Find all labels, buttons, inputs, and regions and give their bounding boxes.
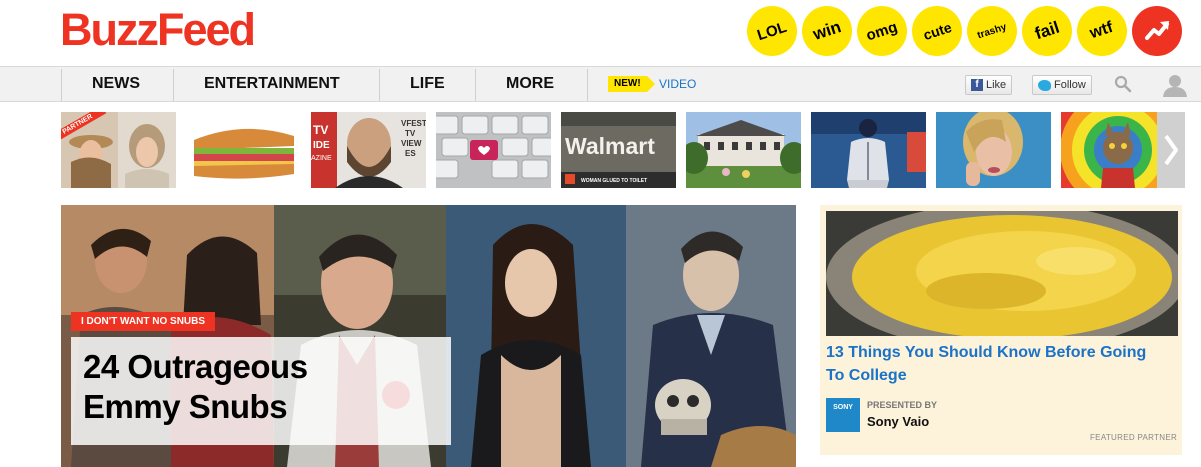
thumb-keyboard-heart[interactable] xyxy=(436,112,551,188)
nav-item-more[interactable]: MORE xyxy=(506,67,554,101)
badge-cute[interactable]: cute xyxy=(912,6,962,56)
thumb-britney[interactable] xyxy=(936,112,1051,188)
badge-trashy[interactable]: trashy xyxy=(967,6,1017,56)
buzzfeed-homepage: BuzzFeed LOL win omg cute trashy fail wt… xyxy=(0,0,1201,467)
badge-lol[interactable]: LOL xyxy=(747,6,797,56)
nav-divider xyxy=(173,69,174,101)
sony-logo[interactable]: SONY xyxy=(826,398,860,432)
badge-fail[interactable]: fail xyxy=(1022,6,1072,56)
mansion-thumbnail xyxy=(686,112,801,188)
svg-text:Walmart: Walmart xyxy=(565,133,655,159)
thumb-baseball[interactable] xyxy=(811,112,926,188)
svg-text:WOMAN GLUED TO TOILET: WOMAN GLUED TO TOILET xyxy=(581,178,647,184)
svg-text:TV: TV xyxy=(313,123,328,137)
svg-text:VFEST: VFEST xyxy=(401,119,426,128)
thumb-tv-guide-man[interactable]: TV IDE AZINE VFEST TV VIEW ES xyxy=(311,112,426,188)
featured-partner-label: FEATURED PARTNER xyxy=(1090,433,1178,442)
svg-text:ES: ES xyxy=(405,149,416,158)
nav-divider xyxy=(475,69,476,101)
badge-wtf[interactable]: wtf xyxy=(1077,6,1127,56)
svg-text:AZINE: AZINE xyxy=(311,155,332,162)
video-link[interactable]: VIDEO xyxy=(659,67,696,101)
follow-label: Follow xyxy=(1054,79,1086,91)
user-account-icon[interactable] xyxy=(1162,73,1188,97)
like-label: Like xyxy=(986,79,1007,91)
sponsored-post-image[interactable] xyxy=(826,211,1178,336)
thumb-mansion[interactable] xyxy=(686,112,801,188)
nav-divider xyxy=(379,69,380,101)
yellow-rice-image xyxy=(826,211,1178,336)
new-badge: NEW! xyxy=(608,76,655,92)
singer-thumbnail xyxy=(936,112,1051,188)
feature-headline-box[interactable]: 24 Outrageous Emmy Snubs xyxy=(71,337,451,445)
sandwich-thumbnail xyxy=(186,112,301,188)
svg-text:IDE: IDE xyxy=(313,140,330,151)
nav-divider xyxy=(587,69,588,101)
search-icon[interactable] xyxy=(1114,75,1132,93)
nav-divider xyxy=(61,69,62,101)
badge-omg[interactable]: omg xyxy=(857,6,907,56)
facebook-like-button[interactable]: f Like xyxy=(965,75,1013,95)
chevron-right-icon xyxy=(1164,134,1178,166)
badge-trending[interactable] xyxy=(1132,6,1182,56)
thumbnail-strip: PARTNER TV IDE AZINE VFEST TV VIEW ES Wa… xyxy=(0,112,1201,188)
buzzfeed-logo[interactable]: BuzzFeed xyxy=(60,6,256,54)
nav-item-entertainment[interactable]: ENTERTAINMENT xyxy=(204,67,340,101)
keyboard-thumbnail xyxy=(436,112,551,188)
presented-by-label: PRESENTED BY xyxy=(867,400,938,410)
nav-item-news[interactable]: NEWS xyxy=(92,67,140,101)
thumb-walmart[interactable]: Walmart WOMAN GLUED TO TOILET xyxy=(561,112,676,188)
sponsor-name[interactable]: Sony Vaio xyxy=(867,414,929,429)
baseball-thumbnail xyxy=(811,112,926,188)
nav-item-life[interactable]: LIFE xyxy=(410,67,445,101)
sponsored-post-title[interactable]: 13 Things You Should Know Before Going T… xyxy=(826,341,1166,387)
main-nav: NEWS ENTERTAINMENT LIFE MORE NEW! VIDEO … xyxy=(0,66,1201,102)
trending-arrow-icon xyxy=(1145,21,1169,40)
facebook-icon: f xyxy=(971,79,983,91)
twitter-follow-button[interactable]: Follow xyxy=(1032,75,1092,95)
thumb-celebrities-partner[interactable]: PARTNER xyxy=(61,112,176,188)
svg-text:TV: TV xyxy=(405,129,416,138)
strip-next-button[interactable] xyxy=(1157,112,1185,188)
feature-headline-line-1: 24 Outrageous xyxy=(83,348,308,385)
svg-text:VIEW: VIEW xyxy=(401,139,422,148)
twitter-bird-icon xyxy=(1038,79,1051,91)
tv-guide-thumbnail: TV IDE AZINE VFEST TV VIEW ES xyxy=(311,112,426,188)
feature-headline-line-2: Emmy Snubs xyxy=(83,388,288,425)
walmart-thumbnail: Walmart WOMAN GLUED TO TOILET xyxy=(561,112,676,188)
badge-win[interactable]: win xyxy=(802,6,852,56)
thumb-sandwich[interactable] xyxy=(186,112,301,188)
feature-category-tag[interactable]: I DON'T WANT NO SNUBS xyxy=(71,312,216,331)
